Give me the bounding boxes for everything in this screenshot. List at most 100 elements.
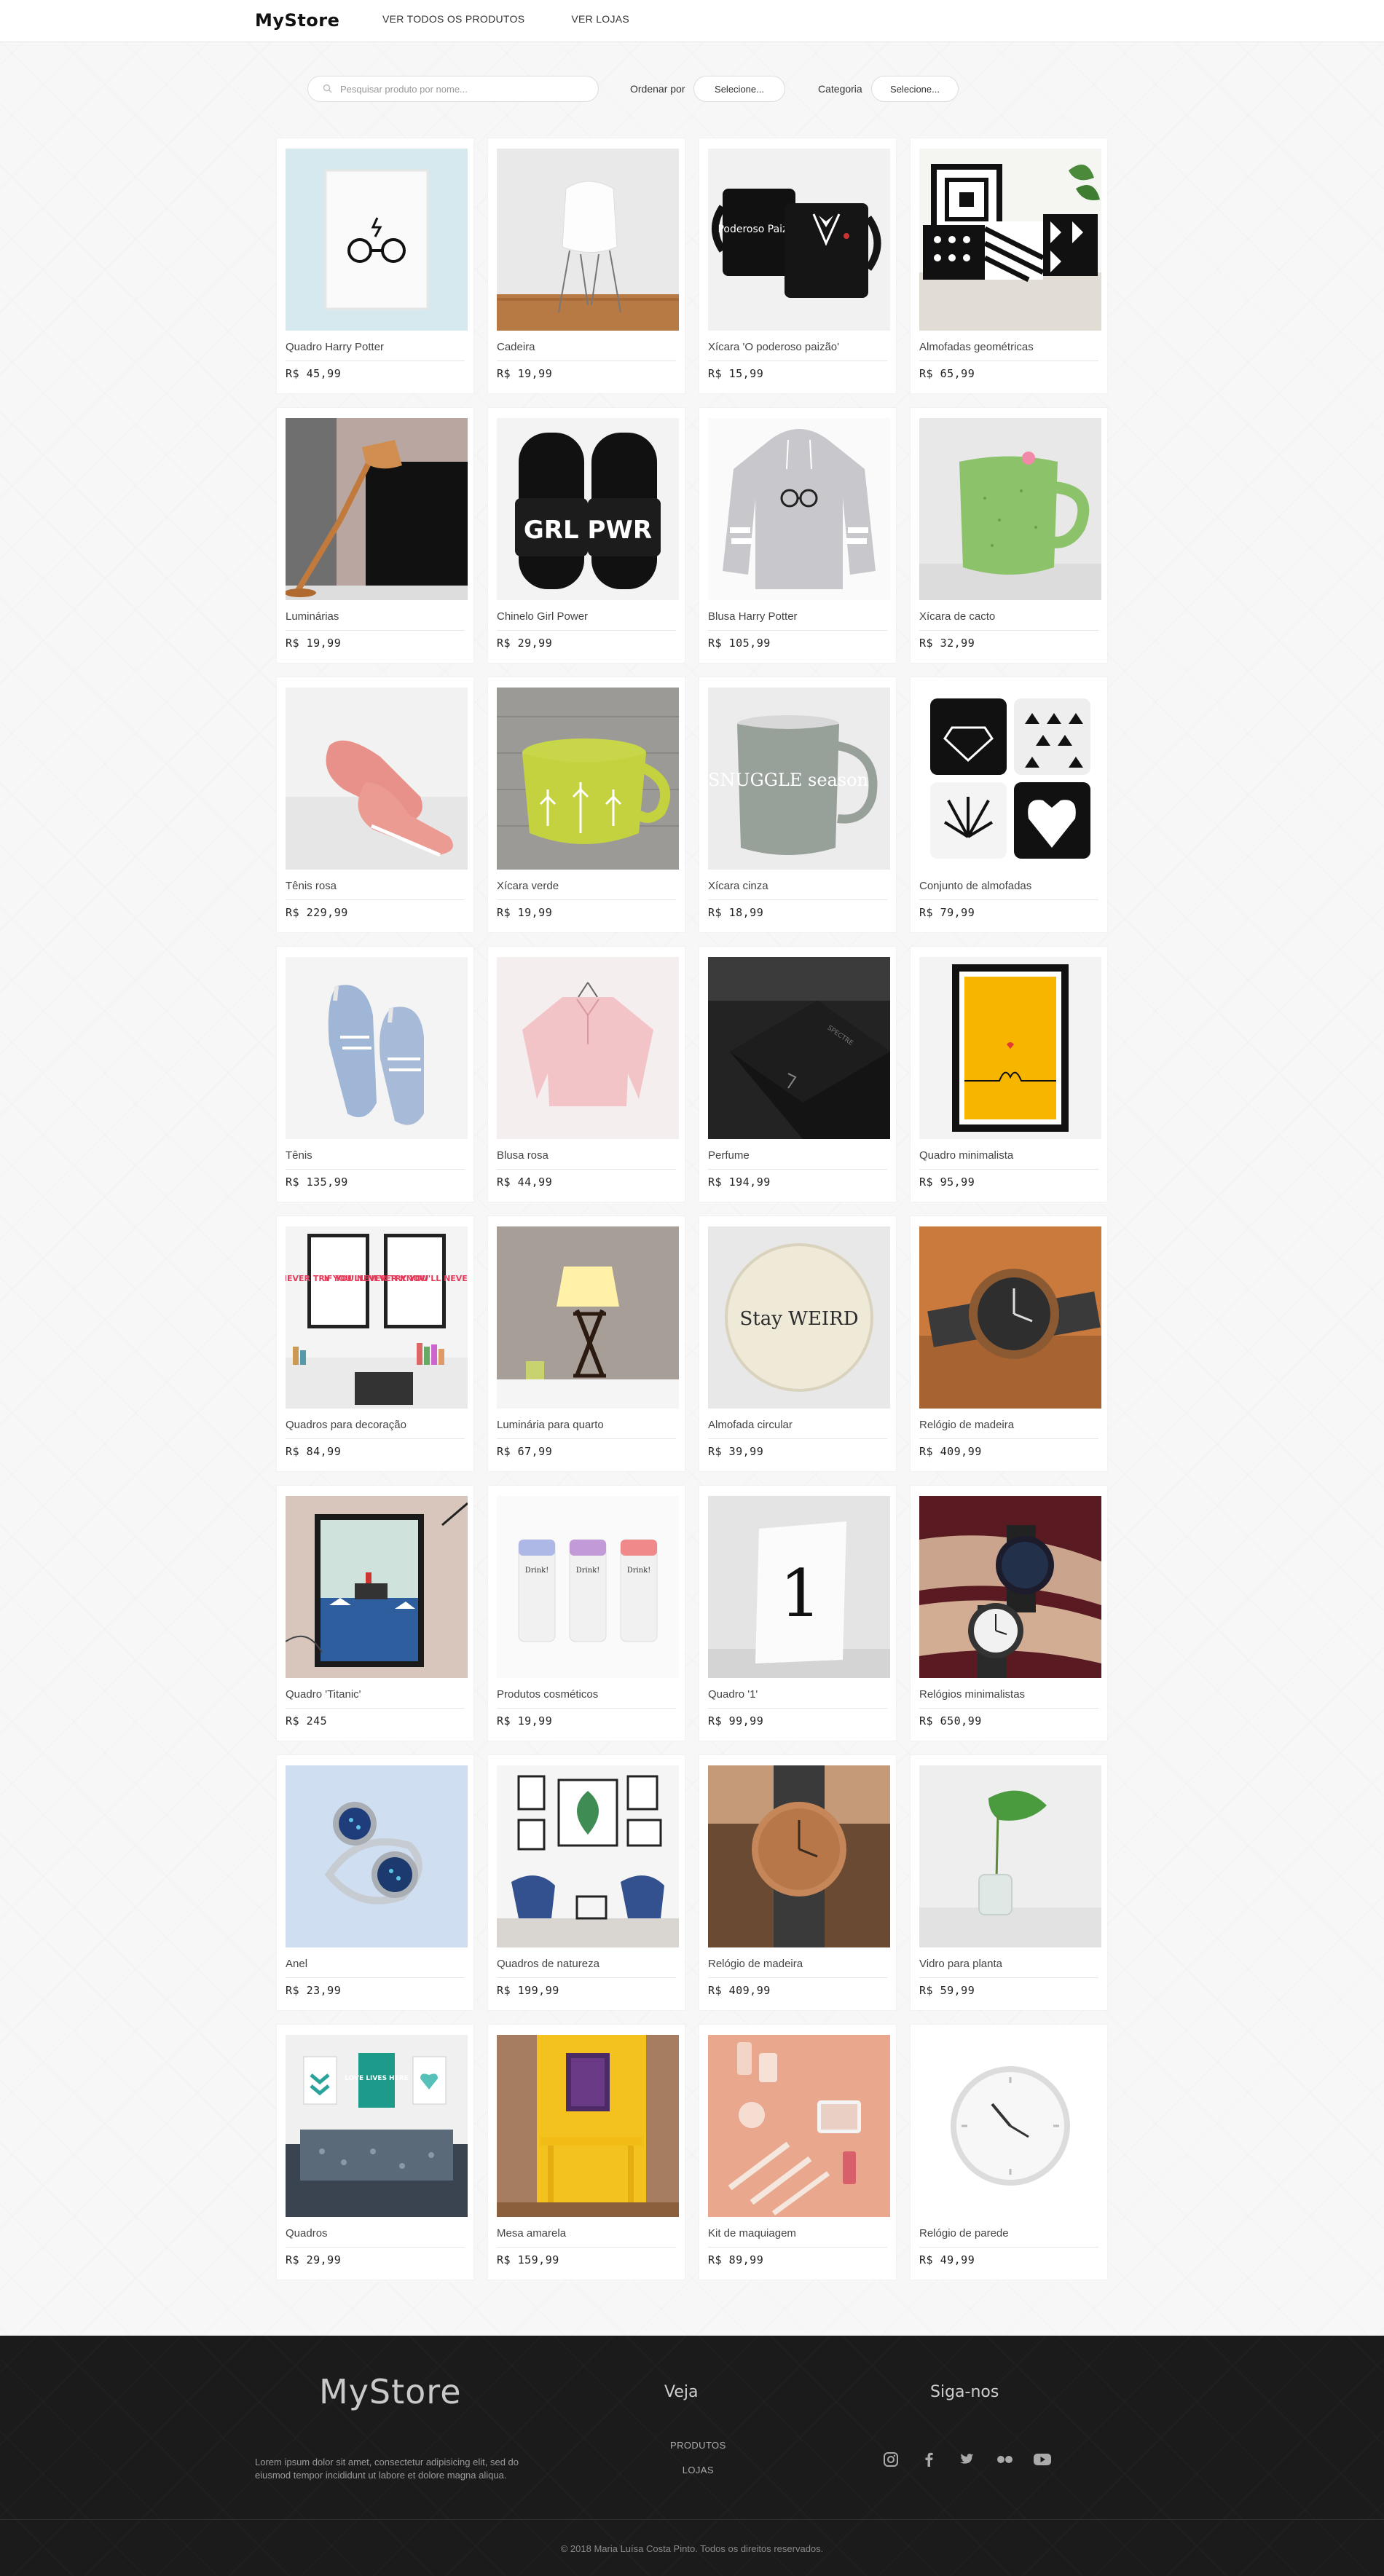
order-label: Ordenar por [630, 83, 685, 95]
product-image[interactable]: Poderoso Paizão [708, 149, 890, 331]
product-card[interactable]: Quadros de natureza R$ 199,99 [488, 1755, 685, 2010]
footer-link-stores[interactable]: LOJAS [670, 2465, 726, 2475]
product-image[interactable] [497, 957, 679, 1139]
product-price: R$ 409,99 [919, 1445, 982, 1458]
product-price: R$ 29,99 [497, 637, 553, 650]
product-image[interactable] [286, 688, 468, 870]
product-card[interactable]: Conjunto de almofadas R$ 79,99 [911, 677, 1107, 932]
product-image[interactable] [708, 2035, 890, 2217]
product-image[interactable]: SNUGGLE season [708, 688, 890, 870]
product-image[interactable] [919, 688, 1101, 870]
product-card[interactable]: IF YOU NEVER TRY YOU'LL NEVER KNOW IF YO… [277, 1216, 473, 1471]
product-price: R$ 44,99 [497, 1175, 553, 1189]
product-card[interactable]: Quadro minimalista R$ 95,99 [911, 947, 1107, 1202]
product-price: R$ 409,99 [708, 1984, 771, 1997]
product-card[interactable]: Xícara verde R$ 19,99 [488, 677, 685, 932]
order-select[interactable]: Selecione... [693, 76, 785, 102]
product-card[interactable]: Mesa amarela R$ 159,99 [488, 2025, 685, 2280]
flickr-icon[interactable] [995, 2450, 1014, 2469]
product-card[interactable]: 1 Quadro '1' R$ 99,99 [699, 1486, 896, 1741]
product-image[interactable]: Stay WEIRD [708, 1226, 890, 1409]
drink-text-1: Drink! [525, 1567, 549, 1575]
product-image[interactable] [497, 149, 679, 331]
product-image[interactable] [919, 418, 1101, 600]
product-image[interactable]: GRL PWR [497, 418, 679, 600]
product-image[interactable] [497, 1765, 679, 1947]
product-name: Cadeira [497, 341, 676, 361]
product-image[interactable] [286, 149, 468, 331]
nav-stores[interactable]: VER LOJAS [571, 13, 629, 25]
product-image[interactable]: 1 [708, 1496, 890, 1678]
product-image[interactable]: Drink! Drink! Drink! [497, 1496, 679, 1678]
product-card[interactable]: Vidro para planta R$ 59,99 [911, 1755, 1107, 2010]
category-select[interactable]: Selecione... [871, 76, 959, 102]
product-card[interactable]: Anel R$ 23,99 [277, 1755, 473, 2010]
product-card[interactable]: Relógios minimalistas R$ 650,99 [911, 1486, 1107, 1741]
product-card[interactable]: Luminárias R$ 19,99 [277, 408, 473, 663]
brand-logo[interactable]: MyStore [255, 10, 339, 31]
search-box[interactable] [307, 76, 599, 102]
category-label: Categoria [818, 83, 862, 95]
product-price: R$ 650,99 [919, 1714, 982, 1728]
product-card[interactable]: Kit de maquiagem R$ 89,99 [699, 2025, 896, 2280]
product-card[interactable]: GRL PWR Chinelo Girl Power R$ 29,99 [488, 408, 685, 663]
youtube-icon[interactable] [1033, 2450, 1052, 2469]
product-name: Perfume [708, 1149, 887, 1170]
product-image[interactable] [497, 688, 679, 870]
product-image[interactable] [708, 1765, 890, 1947]
product-card[interactable]: SPECTRE Perfume R$ 194,99 [699, 947, 896, 1202]
search-input[interactable] [340, 83, 588, 95]
product-image[interactable] [919, 149, 1101, 331]
product-card[interactable]: Blusa Harry Potter R$ 105,99 [699, 408, 896, 663]
product-price: R$ 15,99 [708, 367, 764, 380]
product-image[interactable] [919, 957, 1101, 1139]
product-price: R$ 95,99 [919, 1175, 975, 1189]
product-name: Tênis rosa [286, 880, 465, 900]
product-image[interactable] [286, 957, 468, 1139]
product-card[interactable]: Relógio de madeira R$ 409,99 [911, 1216, 1107, 1471]
product-card[interactable]: Stay WEIRD Almofada circular R$ 39,99 [699, 1216, 896, 1471]
footer-brand[interactable]: MyStore [319, 2372, 462, 2411]
product-image[interactable]: LOVE LIVES HERE [286, 2035, 468, 2217]
product-card[interactable]: Tênis rosa R$ 229,99 [277, 677, 473, 932]
product-image[interactable] [919, 1226, 1101, 1409]
product-image[interactable] [286, 418, 468, 600]
product-card[interactable]: Luminária para quarto R$ 67,99 [488, 1216, 685, 1471]
product-image[interactable]: IF YOU NEVER TRY YOU'LL NEVER KNOW IF YO… [286, 1226, 468, 1409]
product-card[interactable]: Quadro 'Titanic' R$ 245 [277, 1486, 473, 1741]
product-card[interactable]: SNUGGLE season Xícara cinza R$ 18,99 [699, 677, 896, 932]
product-card[interactable]: Xícara de cacto R$ 32,99 [911, 408, 1107, 663]
product-card[interactable]: LOVE LIVES HERE Quadros R$ 29,99 [277, 2025, 473, 2280]
product-price: R$ 99,99 [708, 1714, 764, 1728]
facebook-icon[interactable] [919, 2450, 938, 2469]
product-card[interactable]: Blusa rosa R$ 44,99 [488, 947, 685, 1202]
instagram-icon[interactable] [881, 2450, 900, 2469]
product-card[interactable]: Relógio de madeira R$ 409,99 [699, 1755, 896, 2010]
product-card[interactable]: Relógio de parede R$ 49,99 [911, 2025, 1107, 2280]
product-card[interactable]: Quadro Harry Potter R$ 45,99 [277, 138, 473, 393]
product-name: Blusa rosa [497, 1149, 676, 1170]
twitter-icon[interactable] [957, 2450, 976, 2469]
product-price: R$ 65,99 [919, 367, 975, 380]
product-image[interactable]: SPECTRE [708, 957, 890, 1139]
product-name: Xícara cinza [708, 880, 887, 900]
product-price: R$ 49,99 [919, 2253, 975, 2266]
product-image[interactable] [919, 2035, 1101, 2217]
product-card[interactable]: Tênis R$ 135,99 [277, 947, 473, 1202]
product-card[interactable]: Drink! Drink! Drink! Produtos cosméticos… [488, 1486, 685, 1741]
product-image[interactable] [497, 2035, 679, 2217]
product-card[interactable]: Cadeira R$ 19,99 [488, 138, 685, 393]
nav-all-products[interactable]: VER TODOS OS PRODUTOS [382, 13, 524, 25]
product-image[interactable] [497, 1226, 679, 1409]
search-icon [323, 84, 333, 94]
product-image[interactable] [919, 1496, 1101, 1678]
product-image[interactable] [708, 418, 890, 600]
product-image[interactable] [919, 1765, 1101, 1947]
product-image[interactable] [286, 1496, 468, 1678]
product-image[interactable] [286, 1765, 468, 1947]
product-name: Mesa amarela [497, 2227, 676, 2248]
product-card[interactable]: Almofadas geométricas R$ 65,99 [911, 138, 1107, 393]
footer-description: Lorem ipsum dolor sit amet, consectetur … [255, 2457, 519, 2481]
product-card[interactable]: Poderoso Paizão Xícara 'O poderoso paizã… [699, 138, 896, 393]
footer-link-products[interactable]: PRODUTOS [670, 2440, 726, 2451]
